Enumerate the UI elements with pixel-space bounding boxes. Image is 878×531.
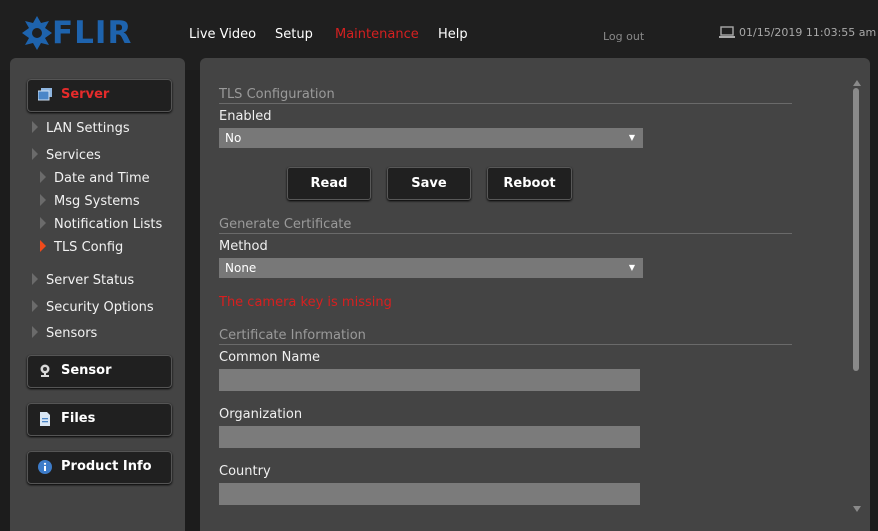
common-name-label: Common Name (219, 350, 321, 365)
panel-scrollbar[interactable] (850, 78, 862, 518)
expand-arrow-icon (32, 300, 38, 312)
datetime-display: 01/15/2019 11:03:55 am (719, 26, 876, 39)
sidebar: Server LAN Settings Services Date and Ti… (10, 58, 185, 531)
tls-configuration-heading: TLS Configuration (219, 86, 792, 104)
country-label: Country (219, 464, 271, 479)
method-select[interactable]: None ▼ (219, 258, 643, 278)
camera-key-error-message: The camera key is missing (219, 295, 392, 310)
flir-logo-text: FLIR (52, 15, 133, 51)
enabled-select[interactable]: No ▼ (219, 128, 643, 148)
server-section-button[interactable]: Server (27, 79, 172, 112)
save-button[interactable]: Save (387, 167, 471, 200)
sidebar-item-date-and-time[interactable]: Date and Time (40, 171, 150, 186)
organization-field[interactable] (219, 426, 640, 448)
sidebar-item-label: Msg Systems (54, 194, 140, 209)
files-section-button[interactable]: Files (27, 403, 172, 436)
scroll-up-arrow-icon[interactable] (853, 80, 861, 86)
sidebar-item-sensors[interactable]: Sensors (32, 326, 97, 341)
scroll-thumb[interactable] (853, 88, 859, 371)
common-name-field[interactable] (219, 369, 640, 391)
sensor-section-button[interactable]: Sensor (27, 355, 172, 388)
country-field[interactable] (219, 483, 640, 505)
webcam-icon (40, 364, 50, 377)
nav-maintenance[interactable]: Maintenance (335, 27, 419, 42)
sidebar-item-server-status[interactable]: Server Status (32, 273, 134, 288)
method-select-value: None (225, 261, 257, 275)
product-info-section-label: Product Info (61, 459, 152, 474)
read-button[interactable]: Read (287, 167, 371, 200)
sidebar-item-notification-lists[interactable]: Notification Lists (40, 217, 162, 232)
enabled-select-value: No (225, 131, 242, 145)
organization-label: Organization (219, 407, 303, 422)
sidebar-item-label: Services (46, 148, 101, 163)
dropdown-caret-icon: ▼ (628, 133, 635, 142)
enabled-label: Enabled (219, 109, 272, 124)
flir-logo-emblem (22, 16, 52, 50)
nav-setup[interactable]: Setup (275, 27, 313, 42)
arrow-icon (40, 194, 46, 206)
expand-arrow-icon (32, 326, 38, 338)
arrow-icon (40, 171, 46, 183)
certificate-information-heading: Certificate Information (219, 327, 792, 345)
sidebar-item-label: Date and Time (54, 171, 150, 186)
expand-arrow-icon (32, 121, 38, 133)
expand-arrow-icon (32, 273, 38, 285)
sidebar-item-label: Server Status (46, 273, 135, 288)
info-icon (38, 460, 52, 474)
tls-config-panel: TLS Configuration Enabled No ▼ Read Save… (200, 58, 870, 531)
sidebar-item-label: Notification Lists (54, 217, 163, 232)
sensor-section-label: Sensor (61, 363, 112, 378)
sidebar-item-tls-config[interactable]: TLS Config (40, 240, 123, 255)
sidebar-item-msg-systems[interactable]: Msg Systems (40, 194, 140, 209)
sidebar-item-services[interactable]: Services (32, 148, 101, 163)
logout-link[interactable]: Log out (603, 30, 644, 43)
datetime-text: 01/15/2019 11:03:55 am (739, 26, 877, 39)
scroll-down-arrow-icon[interactable] (853, 506, 861, 512)
sidebar-item-security-options[interactable]: Security Options (32, 300, 154, 315)
sidebar-item-label: Security Options (46, 300, 154, 315)
flir-logo[interactable]: FLIR (22, 14, 132, 54)
sidebar-item-label: LAN Settings (46, 121, 130, 136)
sidebar-item-label: Sensors (46, 326, 98, 341)
server-monitor-icon (38, 88, 52, 101)
nav-help[interactable]: Help (438, 27, 468, 42)
document-icon (40, 412, 50, 426)
generate-certificate-heading: Generate Certificate (219, 216, 792, 234)
sidebar-item-label: TLS Config (54, 240, 124, 255)
expand-arrow-icon (32, 148, 38, 160)
laptop-icon (719, 26, 735, 38)
reboot-button[interactable]: Reboot (487, 167, 572, 200)
server-section-label: Server (61, 87, 110, 102)
active-arrow-icon (40, 240, 46, 252)
dropdown-caret-icon: ▼ (628, 263, 635, 272)
product-info-section-button[interactable]: Product Info (27, 451, 172, 484)
arrow-icon (40, 217, 46, 229)
files-section-label: Files (61, 411, 96, 426)
nav-live-video[interactable]: Live Video (189, 27, 256, 42)
sidebar-item-lan-settings[interactable]: LAN Settings (32, 121, 130, 136)
method-label: Method (219, 239, 268, 254)
